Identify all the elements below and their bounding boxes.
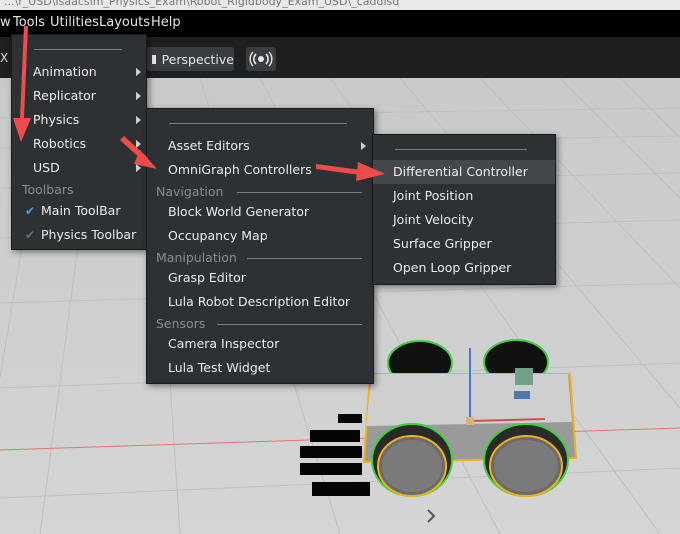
submenu-arrow-icon <box>136 68 141 76</box>
window-title-bar: ...\r_USD\Isaacsim_Physics_Exam\Robot_Ri… <box>0 0 680 10</box>
menu-separator <box>34 49 122 50</box>
robot-shadow <box>300 414 370 496</box>
broadcast-button[interactable] <box>246 47 276 71</box>
menu-separator <box>247 258 362 259</box>
menu-item-animation[interactable]: Animation <box>12 60 146 84</box>
menu-item-omnigraph-controllers[interactable]: OmniGraph Controllers <box>147 158 373 182</box>
submenu-arrow-icon <box>136 140 141 148</box>
robot-model <box>362 339 578 497</box>
submenu-arrow-icon <box>361 166 366 174</box>
menu-item-block-world-generator[interactable]: Block World Generator <box>147 200 373 224</box>
menu-layouts[interactable]: Layouts <box>99 15 150 30</box>
menu-bar: w Tools Utilities Layouts Help <box>0 10 680 37</box>
window-menu: Animation Replicator Physics Robotics US… <box>11 34 147 250</box>
menu-section-title: Navigation <box>156 184 224 199</box>
menu-item-grasp-editor[interactable]: Grasp Editor <box>147 266 373 290</box>
menu-item-label: Animation <box>33 64 97 79</box>
menu-item-label: Lula Robot Description Editor <box>168 294 351 309</box>
camera-icon <box>152 54 156 64</box>
menu-item-label: Block World Generator <box>168 204 310 219</box>
menu-item-occupancy-map[interactable]: Occupancy Map <box>147 224 373 248</box>
menu-item-label: Replicator <box>33 88 96 103</box>
menu-section-title: Sensors <box>156 316 206 331</box>
menu-item-label: Joint Velocity <box>393 212 474 227</box>
menu-item-label: Lula Test Widget <box>168 360 271 375</box>
menu-item-label: Differential Controller <box>393 164 528 179</box>
menu-item-differential-controller[interactable]: Differential Controller <box>373 160 555 184</box>
menu-item-physics[interactable]: Physics <box>12 108 146 132</box>
menu-item-label: Asset Editors <box>168 138 250 153</box>
menu-item-label: Occupancy Map <box>168 228 268 243</box>
menu-item-physics-toolbar[interactable]: ✔ Physics Toolbar <box>12 223 146 247</box>
menu-item-lula-test-widget[interactable]: Lula Test Widget <box>147 356 373 380</box>
perspective-button[interactable]: Perspective <box>146 47 234 71</box>
menu-item-label: Open Loop Gripper <box>393 260 512 275</box>
menu-item-label: Camera Inspector <box>168 336 280 351</box>
menu-item-label: OmniGraph Controllers <box>168 162 312 177</box>
menu-item-label: Surface Gripper <box>393 236 492 251</box>
menu-separator <box>169 123 347 124</box>
menu-item-replicator[interactable]: Replicator <box>12 84 146 108</box>
menu-item-joint-position[interactable]: Joint Position <box>373 184 555 208</box>
menu-section-title: Manipulation <box>156 250 237 265</box>
robotics-submenu: Asset Editors OmniGraph Controllers Navi… <box>146 108 374 384</box>
menu-separator <box>237 192 362 193</box>
menu-item-label: Joint Position <box>393 188 474 203</box>
submenu-arrow-icon <box>136 164 141 172</box>
menu-tools[interactable]: Tools <box>13 15 45 30</box>
perspective-label: Perspective <box>161 51 234 67</box>
menu-item-robotics[interactable]: Robotics <box>12 132 146 156</box>
checkmark-icon: ✔ <box>25 228 36 242</box>
menu-item-main-toolbar[interactable]: ✔ Main ToolBar <box>12 199 146 223</box>
menu-window[interactable]: w <box>0 15 11 30</box>
menu-separator <box>217 324 362 325</box>
menu-section-manipulation: Manipulation <box>147 248 373 268</box>
broadcast-icon <box>249 51 273 67</box>
omnigraph-controllers-submenu: Differential Controller Joint Position J… <box>372 134 556 285</box>
window-title: ...\r_USD\Isaacsim_Physics_Exam\Robot_Ri… <box>4 0 400 8</box>
menu-item-label: Robotics <box>33 136 87 151</box>
menu-item-label: Physics <box>33 112 80 127</box>
submenu-arrow-icon <box>361 142 366 150</box>
menu-item-usd[interactable]: USD <box>12 156 146 180</box>
submenu-arrow-icon <box>136 92 141 100</box>
menu-utilities[interactable]: Utilities <box>50 15 99 30</box>
menu-item-open-loop-gripper[interactable]: Open Loop Gripper <box>373 256 555 280</box>
menu-item-label: Physics Toolbar <box>41 227 137 242</box>
menu-separator <box>395 149 527 150</box>
menu-section-title: Toolbars <box>22 182 74 197</box>
submenu-arrow-icon <box>136 116 141 124</box>
menu-item-camera-inspector[interactable]: Camera Inspector <box>147 332 373 356</box>
checkmark-icon: ✔ <box>25 204 36 218</box>
menu-item-label: Main ToolBar <box>41 203 121 218</box>
menu-help[interactable]: Help <box>151 15 181 30</box>
menu-item-surface-gripper[interactable]: Surface Gripper <box>373 232 555 256</box>
menu-section-navigation: Navigation <box>147 182 373 202</box>
viewport-chevron-icon <box>427 509 436 523</box>
menu-section-toolbars: Toolbars <box>12 179 146 199</box>
menu-section-sensors: Sensors <box>147 314 373 334</box>
menu-item-label: USD <box>33 160 60 175</box>
menu-item-label: Grasp Editor <box>168 270 246 285</box>
menu-item-asset-editors[interactable]: Asset Editors <box>147 134 373 158</box>
menu-item-joint-velocity[interactable]: Joint Velocity <box>373 208 555 232</box>
menu-item-lula-robot-description-editor[interactable]: Lula Robot Description Editor <box>147 290 373 314</box>
